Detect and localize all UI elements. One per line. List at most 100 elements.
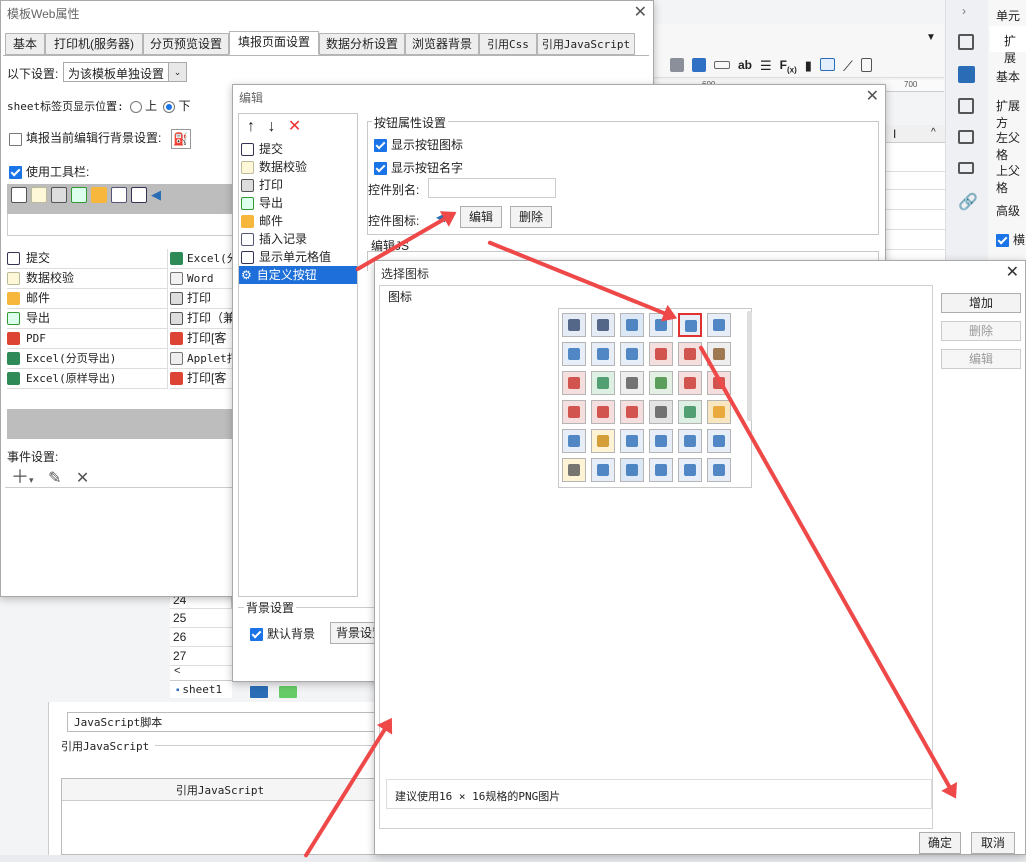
gif-icon[interactable] <box>591 400 615 424</box>
delete-icon[interactable]: ✕ <box>288 118 301 135</box>
list-item[interactable]: 数据校验 <box>7 269 167 289</box>
list-item-selected[interactable]: ⚙ 自定义按钮 <box>239 266 357 284</box>
word-icon[interactable] <box>620 371 644 395</box>
scroll-left-icon[interactable]: < <box>174 665 180 677</box>
hyperlink-icon[interactable]: 🔗 <box>958 192 978 212</box>
delete-button[interactable]: 删除 <box>941 321 1021 341</box>
list-item[interactable]: 邮件 <box>7 289 167 309</box>
list-item[interactable]: 打印 <box>241 176 357 194</box>
list-item[interactable]: 显示单元格值 <box>241 248 357 266</box>
refresh-icon[interactable] <box>591 342 615 366</box>
submit-icon[interactable] <box>620 458 644 482</box>
pdf-icon[interactable] <box>562 371 586 395</box>
tab-printer[interactable]: 打印机(服务器) <box>45 33 143 55</box>
list-item[interactable]: 打印 <box>170 289 233 309</box>
js-script-field[interactable]: JavaScript脚本 <box>67 712 377 732</box>
list-item[interactable]: 邮件 <box>241 212 357 230</box>
save-icon[interactable] <box>562 313 586 337</box>
list-item[interactable]: Excel(原样导出) <box>7 369 167 389</box>
add-report-icon[interactable] <box>279 685 298 698</box>
jpg-icon[interactable] <box>562 400 586 424</box>
doc-icon[interactable] <box>860 58 872 72</box>
show-name-checkbox[interactable]: 显示按钮名字 <box>374 159 463 176</box>
list-icon[interactable] <box>620 342 644 366</box>
ref-js-table-header[interactable]: 引用JavaScript <box>62 779 378 801</box>
next-page-icon[interactable] <box>707 313 731 337</box>
frame-icon[interactable] <box>958 98 974 114</box>
move-down-icon[interactable]: ↓ <box>267 118 275 135</box>
list-item[interactable]: 插入记录 <box>241 230 357 248</box>
add-sheet-icon[interactable] <box>250 685 268 698</box>
tab-css[interactable]: 引用Css <box>479 33 537 55</box>
redo-icon[interactable] <box>678 458 702 482</box>
merge-icon[interactable] <box>620 429 644 453</box>
delete-icon[interactable]: ✕ <box>76 470 89 487</box>
use-toolbar-checkbox[interactable] <box>9 166 22 180</box>
list-item[interactable]: 数据校验 <box>241 158 357 176</box>
setting-select[interactable]: 为该模板单独设置 ⌄ <box>63 62 187 82</box>
save-icon[interactable] <box>591 313 615 337</box>
edit-button[interactable]: 编辑 <box>941 349 1021 369</box>
collapse-arrow-icon[interactable]: › <box>962 4 966 18</box>
link-icon[interactable] <box>714 61 730 69</box>
list-item[interactable]: 导出 <box>7 309 167 329</box>
excel-icon[interactable] <box>591 371 615 395</box>
edit-icon[interactable]: ✎ <box>48 470 61 487</box>
scroll-up-icon[interactable]: ^ <box>931 127 936 138</box>
slash-icon[interactable]: ⟋ <box>843 58 853 75</box>
tab-browser-bg[interactable]: 浏览器背景 <box>405 33 479 55</box>
bar-chart-icon[interactable]: ▮ <box>805 58 812 75</box>
list-item[interactable]: Applet打 <box>170 349 238 369</box>
align-icon[interactable]: ☰ <box>760 58 772 75</box>
add-icon[interactable]: ＋ <box>11 467 29 487</box>
row-number[interactable]: 26 <box>170 628 232 647</box>
ruler-icon[interactable] <box>562 458 586 482</box>
row-number[interactable]: 27 <box>170 647 232 666</box>
condition-icon[interactable] <box>958 162 974 174</box>
move-up-icon[interactable]: ↑ <box>247 118 255 135</box>
radio-top[interactable] <box>130 100 143 113</box>
widget-icon[interactable] <box>958 130 974 144</box>
paint-bucket-icon[interactable]: ⛽ <box>170 129 191 149</box>
undo-icon[interactable] <box>649 458 673 482</box>
grid-icon[interactable] <box>692 58 706 72</box>
alias-input[interactable] <box>428 178 556 198</box>
list-item[interactable]: 提交 <box>241 140 357 158</box>
list-item[interactable]: 打印（兼 <box>170 309 235 329</box>
tab-basic[interactable]: 基本 <box>5 33 45 55</box>
default-bg-checkbox[interactable]: 默认背景 <box>250 625 315 642</box>
fill-bg-checkbox[interactable] <box>9 132 22 146</box>
export-icon[interactable] <box>678 400 702 424</box>
add-doc-icon[interactable] <box>591 458 615 482</box>
column-header[interactable]: I <box>881 125 946 143</box>
show-icon-checkbox[interactable]: 显示按钮图标 <box>374 136 463 153</box>
tab-page-preview[interactable]: 分页预览设置 <box>143 33 229 55</box>
prev-page-icon[interactable] <box>678 313 702 337</box>
edit-icon[interactable] <box>591 429 615 453</box>
mail-icon[interactable] <box>707 400 731 424</box>
close-icon[interactable]: ✕ <box>866 86 879 106</box>
image-icon[interactable] <box>819 58 835 71</box>
cell-properties-icon[interactable] <box>958 66 975 83</box>
formula-icon[interactable]: F(x) <box>780 58 797 75</box>
cancel-button[interactable]: 取消 <box>971 832 1015 854</box>
dropdown-arrow-icon[interactable]: ▼ <box>926 32 936 43</box>
split-icon[interactable] <box>649 429 673 453</box>
image-icon[interactable] <box>649 371 673 395</box>
table-icon[interactable] <box>670 58 684 72</box>
pdf-doc-icon[interactable] <box>649 342 673 366</box>
list-item[interactable]: Excel(分页导出) <box>7 349 167 369</box>
cell-layout-icon[interactable] <box>958 34 974 50</box>
icon-grid-scrollbar[interactable] <box>747 311 752 421</box>
list-item[interactable]: PDF <box>7 329 167 349</box>
close-icon[interactable]: ✕ <box>1006 262 1019 282</box>
ab-icon[interactable]: ab <box>738 58 752 75</box>
form-icon[interactable] <box>562 429 586 453</box>
ok-button[interactable]: 确定 <box>919 832 961 854</box>
edit-icon-button[interactable]: 编辑 <box>460 206 502 228</box>
tab-data-analysis[interactable]: 数据分析设置 <box>319 33 405 55</box>
tree-icon[interactable] <box>678 429 702 453</box>
sheet-tab[interactable]: ▪ sheet1 <box>176 683 222 696</box>
grid-area[interactable]: I ^ <box>880 125 946 265</box>
copy-icon[interactable] <box>620 313 644 337</box>
